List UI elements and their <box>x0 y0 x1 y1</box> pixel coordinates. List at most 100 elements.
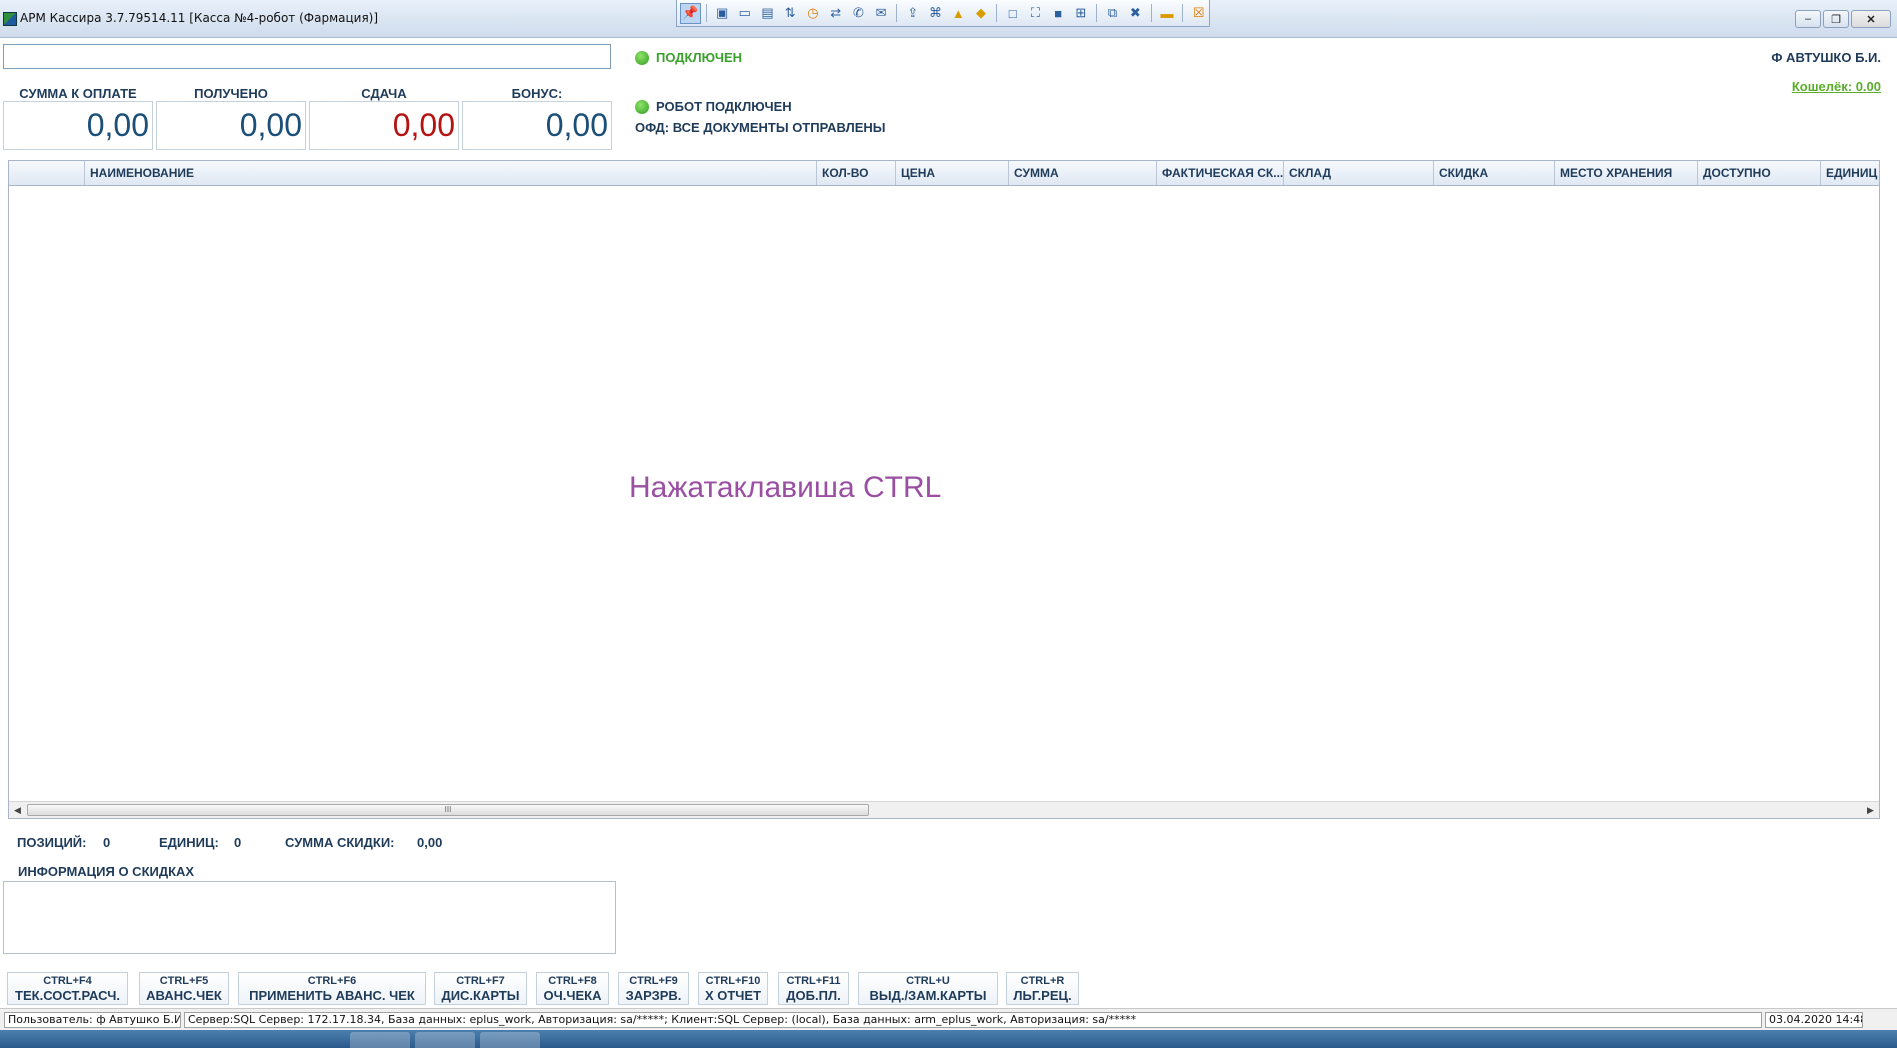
receipt-grid[interactable]: НАИМЕНОВАНИЕ КОЛ-ВО ЦЕНА СУММА ФАКТИЧЕСК… <box>8 160 1880 819</box>
column-header-warehouse[interactable]: СКЛАД <box>1284 161 1434 185</box>
window-icon[interactable]: □ <box>1002 3 1023 24</box>
hotkey-label: CTRL+F5 <box>159 975 209 987</box>
toolbar-separator <box>1150 4 1152 22</box>
chat-icon[interactable]: ✉ <box>871 3 892 24</box>
transfer-icon[interactable]: ⇄ <box>825 3 846 24</box>
add-payment-button[interactable]: CTRL+F11 ДОБ.ПЛ. <box>778 972 849 1005</box>
units-label: ЕДИНИЦ: <box>159 835 219 850</box>
tools-icon[interactable]: ✖ <box>1125 3 1146 24</box>
connection-status: ПОДКЛЮЧЕН <box>635 50 742 65</box>
reserve-button[interactable]: CTRL+F9 ЗАРЗРВ. <box>618 972 689 1005</box>
column-header-available[interactable]: ДОСТУПНО <box>1698 161 1821 185</box>
column-header-sum[interactable]: СУММА <box>1009 161 1157 185</box>
cashier-name: Ф АВТУШКО Б.И. <box>1771 50 1881 65</box>
positions-label: ПОЗИЦИЙ: <box>17 835 87 850</box>
save-icon[interactable]: ▣ <box>712 3 733 24</box>
upload-icon[interactable]: ⇪ <box>902 3 923 24</box>
column-header-discount[interactable]: СКИДКА <box>1434 161 1555 185</box>
scroll-right-icon[interactable]: ▶ <box>1862 802 1879 818</box>
discount-cards-button[interactable]: CTRL+F7 ДИС.КАРТЫ <box>434 972 527 1005</box>
button-label: ОЧ.ЧЕКА <box>543 988 602 1003</box>
apply-advance-button[interactable]: CTRL+F6 ПРИМЕНИТЬ АВАНС. ЧЕК <box>238 972 426 1005</box>
close-icon[interactable]: ☒ <box>1188 3 1209 24</box>
clock-icon[interactable]: ◷ <box>803 3 824 24</box>
column-header-indicator[interactable] <box>9 161 85 185</box>
remote-toolbar: 📌 ▣ ▭ ▤ ⇅ ◷ ⇄ ✆ ✉ ⇪ ⌘ ▲ ◆ □ ⛶ ■ ⊞ ⧉ ✖ ▬ … <box>676 0 1210 27</box>
horizontal-scrollbar[interactable]: ◀ III ▶ <box>9 801 1879 818</box>
discount-info-box <box>3 881 616 954</box>
network-icon[interactable]: ⌘ <box>925 3 946 24</box>
bonus-label: БОНУС: <box>511 86 563 101</box>
discount-info-title: ИНФОРМАЦИЯ О СКИДКАХ <box>18 864 195 879</box>
toolbar-separator <box>1182 4 1184 22</box>
fullscreen-icon[interactable]: ⛶ <box>1025 3 1046 24</box>
preferential-recipe-button[interactable]: CTRL+R ЛЬГ.РЕЦ. <box>1006 972 1079 1005</box>
monitor-icon[interactable]: ▭ <box>734 3 755 24</box>
grid-header: НАИМЕНОВАНИЕ КОЛ-ВО ЦЕНА СУММА ФАКТИЧЕСК… <box>9 161 1879 186</box>
copy-icon[interactable]: ⧉ <box>1102 3 1123 24</box>
column-header-storage[interactable]: МЕСТО ХРАНЕНИЯ <box>1555 161 1698 185</box>
window-controls: – ❐ ✕ <box>1795 10 1891 28</box>
button-label: ЗАРЗРВ. <box>625 988 682 1003</box>
minimize-button[interactable]: – <box>1795 10 1821 28</box>
close-window-button[interactable]: ✕ <box>1851 10 1891 28</box>
window-title: АРМ Кассира 3.7.79514.11 [Касса №4-робот… <box>20 11 379 25</box>
toolbar-separator <box>1096 4 1098 22</box>
hotkey-label: CTRL+R <box>1020 975 1065 987</box>
ofd-status: ОФД: ВСЕ ДОКУМЕНТЫ ОТПРАВЛЕНЫ <box>635 120 886 135</box>
pin-icon[interactable]: 📌 <box>680 2 701 24</box>
phone-icon[interactable]: ✆ <box>848 3 869 24</box>
to-pay-value: 0,00 <box>3 101 153 150</box>
positions-value: 0 <box>103 835 111 850</box>
toolbar-separator <box>705 4 707 22</box>
status-datetime: 03.04.2020 14:48:19 <box>1765 1012 1863 1028</box>
taskbar-item[interactable] <box>350 1032 410 1048</box>
taskbar-item[interactable] <box>415 1032 475 1048</box>
scroll-thumb[interactable]: III <box>27 804 869 816</box>
barcode-input[interactable] <box>3 44 611 69</box>
toolbar-separator <box>896 4 898 22</box>
status-bar: Пользователь: ф Автушко Б.И. Сервер:SQL … <box>0 1008 1897 1030</box>
column-header-price[interactable]: ЦЕНА <box>896 161 1009 185</box>
discount-sum-label: СУММА СКИДКИ: <box>285 835 395 850</box>
issue-replace-card-button[interactable]: CTRL+U ВЫД./ЗАМ.КАРТЫ <box>858 972 998 1005</box>
status-led-icon <box>635 50 649 65</box>
button-label: Х ОТЧЕТ <box>704 988 762 1003</box>
advance-receipt-button[interactable]: CTRL+F5 АВАНС.ЧЕК <box>139 972 229 1005</box>
restore-button[interactable]: ❐ <box>1823 10 1849 28</box>
taskbar-item[interactable] <box>480 1032 540 1048</box>
discount-sum-value: 0,00 <box>417 835 443 850</box>
button-label: ДИС.КАРТЫ <box>441 988 520 1003</box>
column-header-units[interactable]: ЕДИНИЦ <box>1821 161 1879 185</box>
button-label: ЛЬГ.РЕЦ. <box>1013 988 1072 1003</box>
terminal-icon[interactable]: ▤ <box>757 3 778 24</box>
change-value: 0,00 <box>309 101 459 150</box>
robot-status: РОБОТ ПОДКЛЮЧЕН <box>635 99 792 114</box>
received-value: 0,00 <box>156 101 306 150</box>
fit-icon[interactable]: ⊞ <box>1070 3 1091 24</box>
secure-lock-icon[interactable]: ◆ <box>971 3 992 24</box>
hotkey-label: CTRL+F8 <box>548 975 597 987</box>
clear-receipt-button[interactable]: CTRL+F8 ОЧ.ЧЕКА <box>536 972 609 1005</box>
app-icon <box>3 12 17 26</box>
hotkey-label: CTRL+F7 <box>456 975 505 987</box>
current-settlement-button[interactable]: CTRL+F4 ТЕК.СОСТ.РАСЧ. <box>7 972 128 1005</box>
hotkey-label: CTRL+F6 <box>307 975 357 987</box>
hotkey-label: CTRL+F4 <box>43 975 92 987</box>
to-pay-label: СУММА К ОПЛАТЕ <box>19 86 137 101</box>
units-value: 0 <box>234 835 242 850</box>
screen-icon[interactable]: ■ <box>1048 3 1069 24</box>
button-label: ДОБ.ПЛ. <box>786 988 841 1003</box>
sync-icon[interactable]: ⇅ <box>780 3 801 24</box>
minimize-icon[interactable]: ▬ <box>1157 3 1178 24</box>
x-report-button[interactable]: CTRL+F10 Х ОТЧЕТ <box>698 972 768 1005</box>
column-header-qty[interactable]: КОЛ-ВО <box>817 161 896 185</box>
column-header-name[interactable]: НАИМЕНОВАНИЕ <box>85 161 817 185</box>
wallet-link[interactable]: Кошелёк: 0.00 <box>1792 79 1881 94</box>
button-label: АВАНС.ЧЕК <box>146 988 222 1003</box>
scroll-left-icon[interactable]: ◀ <box>9 802 26 818</box>
column-header-actual-discount[interactable]: ФАКТИЧЕСКАЯ СК... <box>1157 161 1284 185</box>
lock-icon[interactable]: ▲ <box>948 3 969 24</box>
toolbar-separator <box>996 4 998 22</box>
status-server: Сервер:SQL Сервер: 172.17.18.34, База да… <box>184 1012 1762 1028</box>
